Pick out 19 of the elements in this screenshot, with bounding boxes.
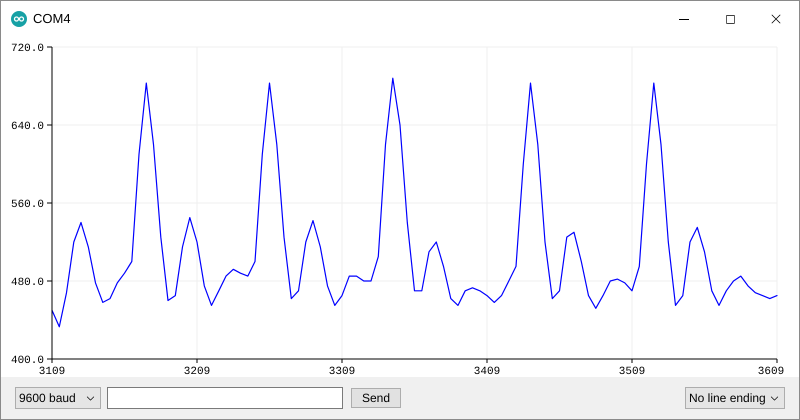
baud-rate-dropdown[interactable]: 9600 baud <box>15 387 101 409</box>
y-tick-label: 560.0 <box>10 199 44 211</box>
minimize-icon <box>679 18 689 20</box>
x-tick-label: 3609 <box>758 366 784 377</box>
y-tick-label: 400.0 <box>10 355 44 367</box>
maximize-icon <box>724 14 736 24</box>
window-title: COM4 <box>33 10 71 28</box>
y-tick-label: 640.0 <box>10 121 44 133</box>
x-tick-label: 3209 <box>184 366 210 377</box>
x-tick-label: 3409 <box>474 366 500 377</box>
message-field[interactable] <box>107 387 343 409</box>
app-logo-icon <box>11 11 27 27</box>
y-tick-label: 480.0 <box>10 277 44 289</box>
x-tick-label: 3309 <box>328 366 356 377</box>
x-tick-label: 3509 <box>618 366 646 377</box>
y-tick-label: 720.0 <box>10 43 44 55</box>
line-ending-dropdown[interactable]: No line ending <box>685 387 785 409</box>
x-tick-label: 3109 <box>38 366 66 377</box>
send-button[interactable]: Send <box>351 388 401 408</box>
